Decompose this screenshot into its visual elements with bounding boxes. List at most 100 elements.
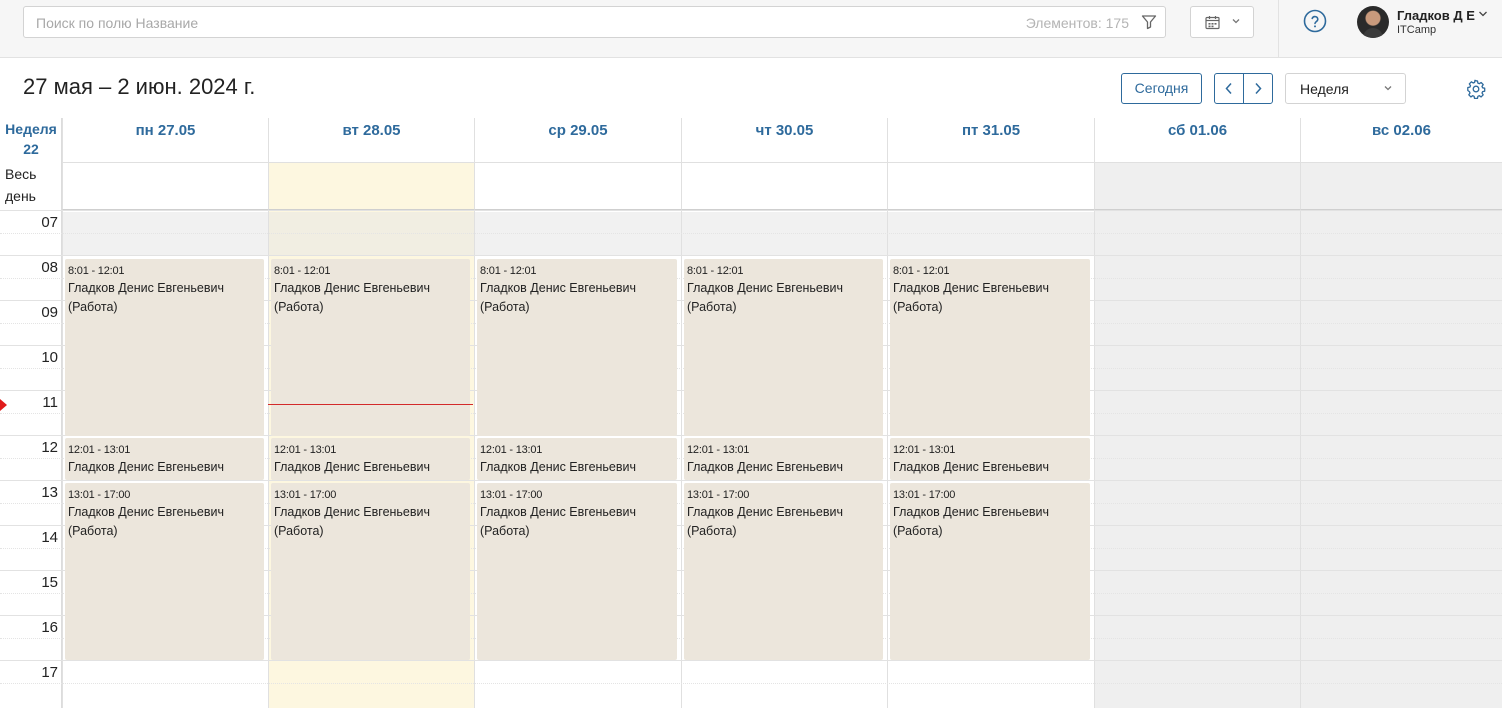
day-header[interactable]: чт 30.05	[681, 118, 887, 163]
user-name[interactable]: Гладков Д Е	[1397, 8, 1475, 23]
current-time-marker	[0, 399, 7, 411]
event-title: Гладков Денис Евгеньевич (Работа)	[68, 505, 225, 538]
calendar-event[interactable]: 12:01 - 13:01 Гладков Денис Евгеньевич (О…	[65, 438, 264, 480]
week-calendar: Неделя 22 Весь день пн 27.05 вт 28.05 ср 2…	[0, 118, 1502, 708]
calendar-picker-button[interactable]	[1190, 6, 1254, 38]
day-header[interactable]: вт 28.05	[268, 118, 474, 163]
week-label: Неделя	[5, 121, 57, 137]
hour-label: 08	[41, 259, 58, 276]
off-hours-band	[63, 212, 268, 255]
help-icon[interactable]	[1303, 9, 1327, 33]
calendar-event[interactable]: 8:01 - 12:01 Гладков Денис Евгеньевич (Ра…	[271, 259, 470, 436]
hour-label: 12	[41, 439, 58, 456]
off-hours-band	[475, 212, 681, 255]
event-title: Гладков Денис Евгеньевич (Работа)	[274, 281, 431, 314]
calendar-event[interactable]: 13:01 - 17:00 Гладков Денис Евгеньевич (Р…	[65, 483, 264, 660]
today-button[interactable]: Сегодня	[1121, 73, 1202, 104]
event-time: 8:01 - 12:01	[687, 265, 744, 277]
view-select[interactable]: Неделя	[1285, 73, 1406, 104]
gear-icon[interactable]	[1466, 79, 1486, 99]
all-day-cell[interactable]	[474, 163, 681, 210]
event-time: 13:01 - 17:00	[68, 489, 131, 501]
view-select-value: Неделя	[1300, 81, 1349, 97]
event-title: Гладков Денис Евгеньевич (Работа)	[687, 281, 844, 314]
divider	[1278, 0, 1279, 58]
hour-label: 15	[41, 574, 58, 591]
day-column[interactable]	[1094, 210, 1300, 708]
event-title: Гладков Денис Евгеньевич (Работа)	[274, 505, 431, 538]
week-number: 22	[23, 141, 39, 157]
calendar-event[interactable]: 8:01 - 12:01 Гладков Денис Евгеньевич (Ра…	[890, 259, 1090, 436]
off-hours-band	[888, 212, 1094, 255]
calendar-event[interactable]: 13:01 - 17:00 Гладков Денис Евгеньевич (Р…	[684, 483, 883, 660]
calendar-event[interactable]: 8:01 - 12:01 Гладков Денис Евгеньевич (Ра…	[65, 259, 264, 436]
all-day-cell[interactable]	[887, 163, 1094, 210]
hour-line	[0, 255, 1502, 256]
event-title: Гладков Денис Евгеньевич (Работа)	[893, 505, 1050, 538]
day-header-label[interactable]: пт 31.05	[888, 122, 1094, 139]
calendar-event[interactable]: 8:01 - 12:01 Гладков Денис Евгеньевич (Ра…	[684, 259, 883, 436]
calendar-event[interactable]: 13:01 - 17:00 Гладков Денис Евгеньевич (Р…	[271, 483, 470, 660]
day-header-label[interactable]: вт 28.05	[269, 122, 474, 139]
event-title: Гладков Денис Евгеньевич (Работа)	[68, 281, 225, 314]
off-hours-band	[682, 212, 887, 255]
calendar-event[interactable]: 8:01 - 12:01 Гладков Денис Евгеньевич (Ра…	[477, 259, 677, 436]
date-range-title: 27 мая – 2 июн. 2024 г.	[23, 74, 256, 99]
all-day-cell[interactable]	[62, 163, 268, 210]
calendar-event[interactable]: 12:01 - 13:01 Гладков Денис Евгеньевич (О…	[684, 438, 883, 480]
avatar[interactable]	[1357, 6, 1389, 38]
day-header-label[interactable]: пн 27.05	[63, 122, 268, 139]
chevron-down-icon	[1232, 19, 1240, 24]
hour-label: 17	[41, 664, 58, 681]
day-header[interactable]: вс 02.06	[1300, 118, 1502, 163]
day-header-label[interactable]: сб 01.06	[1095, 122, 1300, 139]
calendar-event[interactable]: 13:01 - 17:00 Гладков Денис Евгеньевич (Р…	[477, 483, 677, 660]
event-title: Гладков Денис Евгеньевич (Обед)	[687, 460, 844, 480]
calendar-icon	[1205, 16, 1220, 30]
hour-label: 09	[41, 304, 58, 321]
day-header[interactable]: пн 27.05	[62, 118, 268, 163]
filter-icon[interactable]	[1141, 14, 1157, 30]
day-header-label[interactable]: чт 30.05	[682, 122, 887, 139]
all-day-label: Весь день	[5, 166, 37, 204]
half-hour-line	[0, 682, 1502, 684]
day-column[interactable]	[1300, 210, 1502, 708]
day-header[interactable]: сб 01.06	[1094, 118, 1300, 163]
calendar-event[interactable]: 12:01 - 13:01 Гладков Денис Евгеньевич (О…	[890, 438, 1090, 480]
all-day-cell[interactable]	[1094, 163, 1300, 210]
all-day-cell[interactable]	[268, 163, 474, 210]
day-header-label[interactable]: вс 02.06	[1301, 122, 1502, 139]
hour-label: 10	[41, 349, 58, 366]
event-title: Гладков Денис Евгеньевич (Работа)	[480, 505, 637, 538]
day-header[interactable]: пт 31.05	[887, 118, 1094, 163]
all-day-cell[interactable]	[681, 163, 887, 210]
prev-period-button[interactable]	[1214, 73, 1244, 104]
next-period-button[interactable]	[1243, 73, 1273, 104]
off-hours-band	[269, 212, 474, 255]
hour-label: 16	[41, 619, 58, 636]
calendar-event[interactable]: 12:01 - 13:01 Гладков Денис Евгеньевич (О…	[477, 438, 677, 480]
calendar-event[interactable]: 13:01 - 17:00 Гладков Денис Евгеньевич (Р…	[890, 483, 1090, 660]
chevron-down-icon	[1384, 86, 1392, 91]
all-day-cell[interactable]	[1300, 163, 1502, 210]
event-time: 13:01 - 17:00	[893, 489, 956, 501]
day-header[interactable]: ср 29.05	[474, 118, 681, 163]
chevron-right-icon	[1255, 82, 1262, 95]
hour-label: 14	[41, 529, 58, 546]
search-input[interactable]: Поиск по полю Название Элементов: 175	[23, 6, 1166, 38]
event-time: 13:01 - 17:00	[480, 489, 543, 501]
hour-line	[0, 660, 1502, 661]
day-header-label[interactable]: ср 29.05	[475, 122, 681, 139]
calendar-event[interactable]: 12:01 - 13:01 Гладков Денис Евгеньевич (О…	[271, 438, 470, 480]
hour-label: 07	[41, 214, 58, 231]
event-title: Гладков Денис Евгеньевич (Обед)	[68, 460, 225, 480]
event-time: 12:01 - 13:01	[274, 444, 337, 456]
hour-line	[0, 210, 1502, 211]
hour-line	[0, 480, 1502, 481]
chevron-down-icon[interactable]	[1478, 10, 1488, 18]
event-title: Гладков Денис Евгеньевич (Обед)	[893, 460, 1050, 480]
week-number-label: Неделя 22	[0, 119, 62, 159]
event-time: 13:01 - 17:00	[687, 489, 750, 501]
half-hour-line	[0, 232, 1502, 234]
event-time: 12:01 - 13:01	[893, 444, 956, 456]
